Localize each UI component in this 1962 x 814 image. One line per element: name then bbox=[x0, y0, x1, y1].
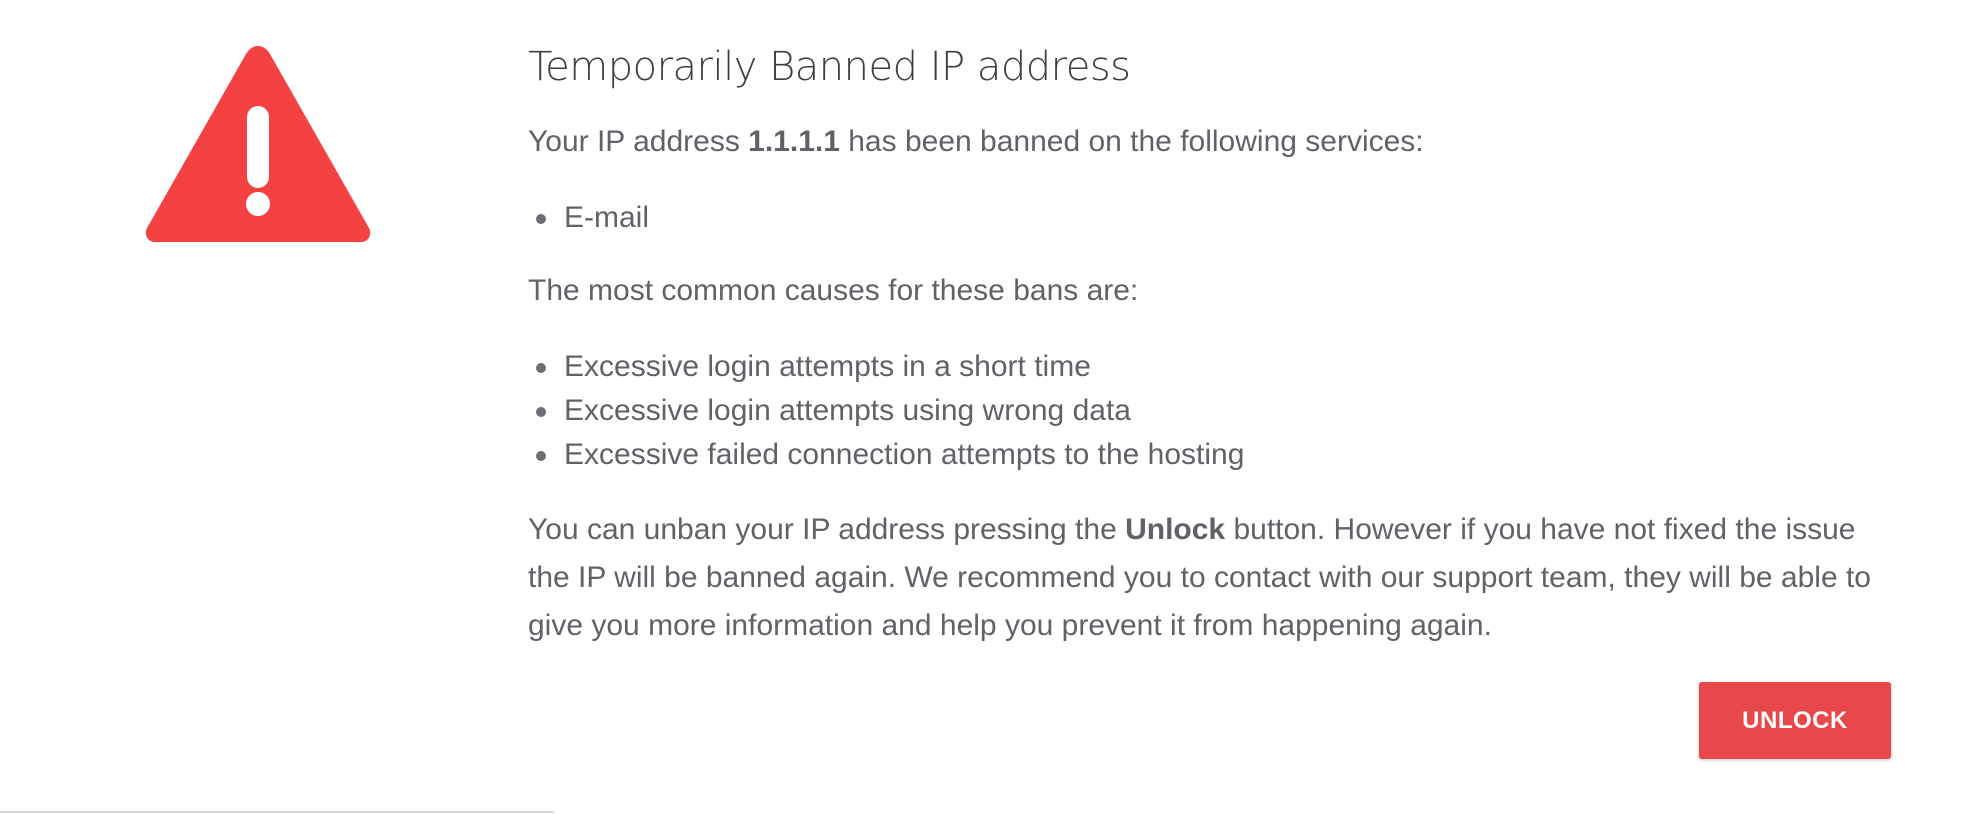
ip-address: 1.1.1.1 bbox=[748, 125, 840, 158]
intro-prefix: Your IP address bbox=[528, 125, 749, 158]
causes-list: Excessive login attempts in a short time… bbox=[528, 345, 1244, 477]
unlock-button[interactable]: UNLOCK bbox=[1699, 682, 1891, 759]
ban-intro: Your IP address 1.1.1.1 has been banned … bbox=[528, 124, 1424, 160]
list-item: Excessive failed connection attempts to … bbox=[528, 433, 1244, 477]
intro-suffix: has been banned on the following service… bbox=[839, 125, 1424, 158]
list-item: E-mail bbox=[528, 196, 649, 240]
causes-intro: The most common causes for these bans ar… bbox=[528, 274, 1139, 307]
list-item: Excessive login attempts in a short time bbox=[528, 345, 1244, 389]
unban-explanation: You can unban your IP address pressing t… bbox=[528, 506, 1898, 650]
unlock-reference: Unlock bbox=[1125, 513, 1226, 546]
list-item: Excessive login attempts using wrong dat… bbox=[528, 389, 1244, 433]
warning-icon bbox=[145, 46, 371, 242]
page-title: Temporarily Banned IP address bbox=[528, 44, 1131, 90]
divider bbox=[0, 811, 554, 813]
banned-services-list: E-mail bbox=[528, 196, 649, 240]
explanation-prefix: You can unban your IP address pressing t… bbox=[528, 513, 1126, 546]
